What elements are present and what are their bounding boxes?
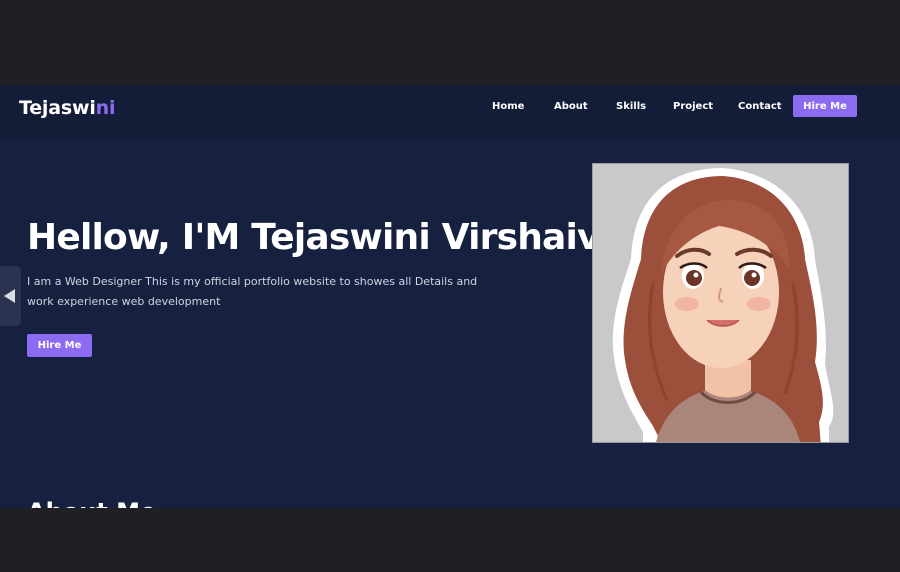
nav-contact-link[interactable]: Contact <box>738 101 782 112</box>
cartoon-girl-illustration <box>612 168 834 442</box>
logo-text: Tejaswi <box>19 97 96 119</box>
profile-portrait <box>592 163 849 443</box>
navbar: Tejaswini Home About Skills Project Cont… <box>0 85 900 141</box>
hero-hire-me-button[interactable]: Hire Me <box>27 334 92 357</box>
nav-skills-link[interactable]: Skills <box>616 101 646 112</box>
about-section-heading: About Me <box>27 498 156 508</box>
logo[interactable]: Tejaswini <box>19 97 115 119</box>
nav-about-link[interactable]: About <box>554 101 588 112</box>
page-viewport: Tejaswini Home About Skills Project Cont… <box>0 85 900 508</box>
nav-hire-me-button[interactable]: Hire Me <box>793 95 857 117</box>
screen-top-letterbox <box>0 0 900 85</box>
hero-title: Hellow, I'M Tejaswini Virshaiv <box>27 217 601 258</box>
screen-bottom-letterbox <box>0 508 900 572</box>
side-collapse-tab[interactable] <box>0 266 21 326</box>
hero-description: I am a Web Designer This is my official … <box>27 275 478 308</box>
logo-accent-text: ni <box>95 97 116 119</box>
nav-home-link[interactable]: Home <box>492 101 524 112</box>
nav-project-link[interactable]: Project <box>673 101 713 112</box>
left-arrow-icon <box>4 289 15 303</box>
